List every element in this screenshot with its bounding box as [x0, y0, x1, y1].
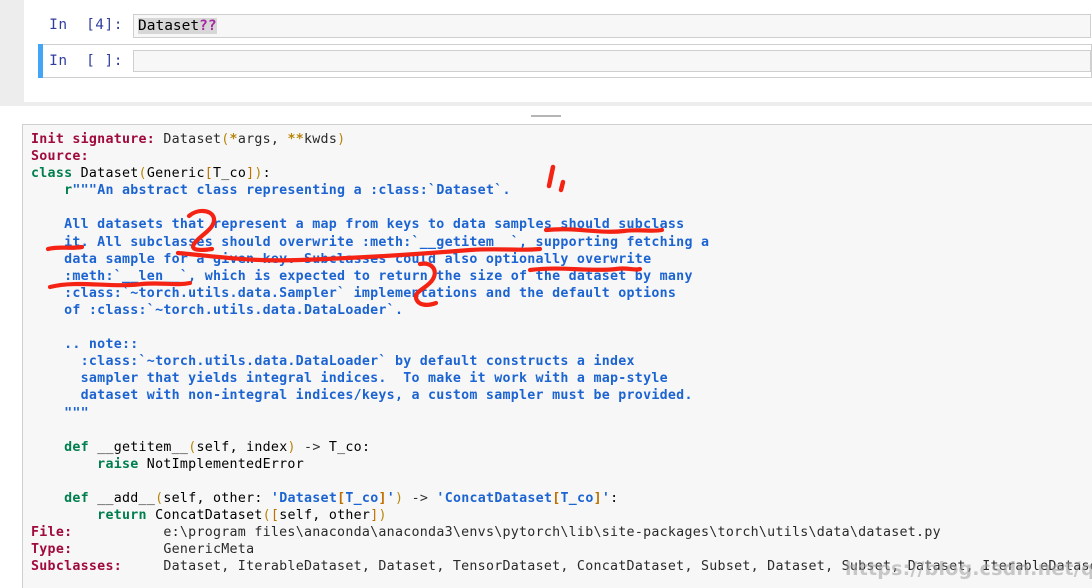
pager-output-panel[interactable]: Init signature: Dataset(*args, **kwds) S…	[22, 124, 1092, 588]
notebook-paper: In [4]: Dataset?? In [ ]:	[24, 0, 1092, 102]
notebook-cell-empty-selected[interactable]: In [ ]:	[38, 44, 1092, 78]
notebook-area: In [4]: Dataset?? In [ ]:	[0, 0, 1092, 106]
subclasses-value: Dataset, IterableDataset, Dataset, Tenso…	[163, 559, 1092, 575]
init-signature-label: Init signature:	[31, 132, 156, 147]
type-label: Type:	[31, 542, 73, 558]
notebook-cell-list: In [4]: Dataset?? In [ ]:	[38, 8, 1092, 78]
source-label: Source:	[31, 149, 89, 165]
cell-magic-token: ??	[199, 18, 217, 34]
cell-input-area-1[interactable]: Dataset??	[133, 14, 1091, 38]
cell-prompt-in-empty: In [ ]:	[49, 53, 123, 69]
pager-drag-handle-icon[interactable]	[531, 115, 561, 117]
type-value: GenericMeta	[163, 542, 255, 558]
kw-class: class	[31, 166, 73, 182]
pager-gap	[0, 106, 1092, 124]
notebook-cell-executed[interactable]: In [4]: Dataset??	[38, 8, 1092, 44]
cell-selection-marker	[38, 8, 43, 44]
cell-selection-marker-active	[38, 44, 43, 78]
cell-prompt-in-4: In [4]:	[49, 17, 123, 33]
init-signature-value: Dataset(*args, **kwds)	[163, 132, 346, 147]
file-label: File:	[31, 525, 73, 541]
cell-input-area-2[interactable]	[133, 50, 1091, 72]
jupyter-notebook-window: In [4]: Dataset?? In [ ]: Init signature…	[0, 0, 1092, 588]
pager-content: Init signature: Dataset(*args, **kwds) S…	[23, 125, 1092, 575]
cell-source-text: Dataset	[138, 18, 200, 34]
subclasses-label: Subclasses:	[31, 559, 122, 575]
file-value: e:\program files\anaconda\anaconda3\envs…	[163, 525, 941, 541]
